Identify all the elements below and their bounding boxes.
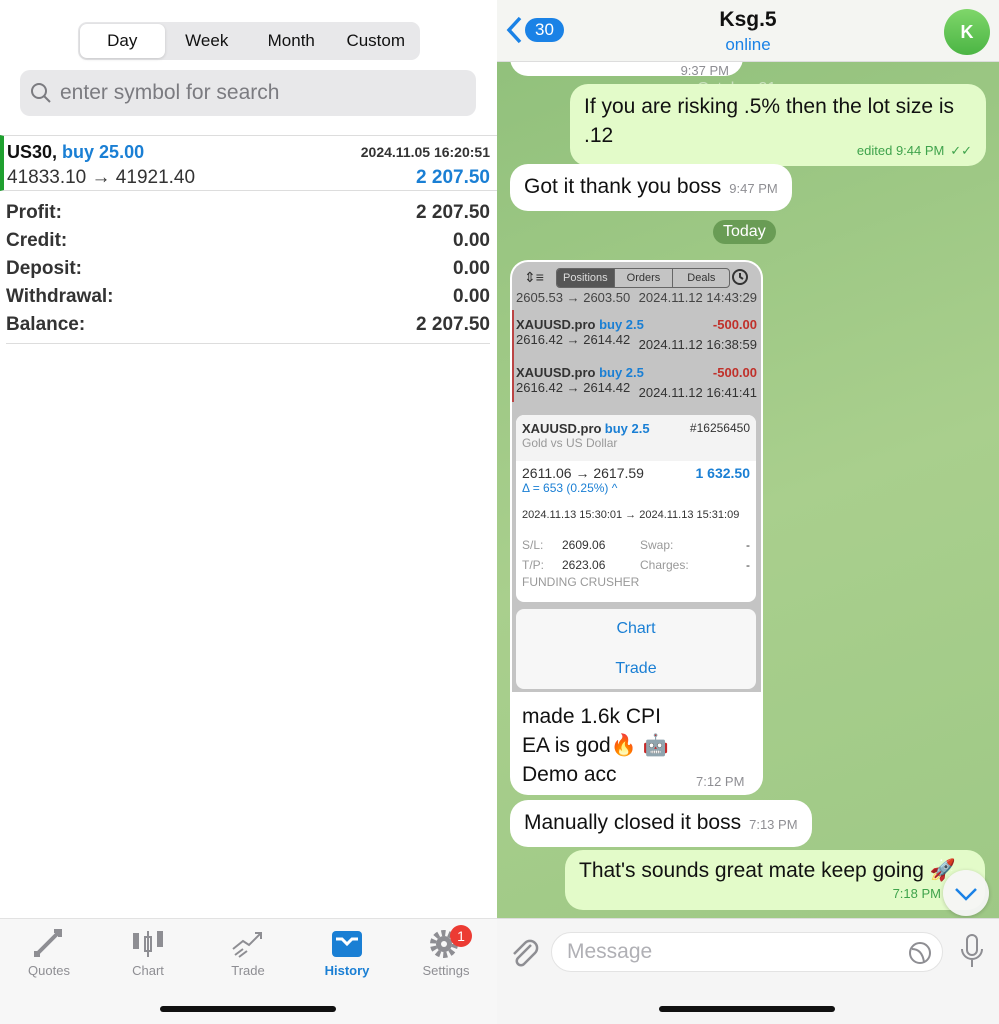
tab-orders: Orders (613, 269, 673, 287)
photo-message[interactable]: ⇕≡ Positions Orders Deals 2605.53 → 2603… (510, 260, 763, 795)
chat-header: 30 Ksg.5 online K (497, 0, 999, 62)
sticker-icon[interactable] (908, 941, 932, 965)
deal-detail-card: XAUUSD.pro buy 2.5 #16256450 Gold vs US Do… (516, 415, 756, 602)
chat-title[interactable]: Ksg.5 (497, 8, 999, 32)
trade-action: Trade (615, 660, 657, 677)
summary-credit: Credit: 0.00 (6, 230, 490, 251)
read-checkmarks-icon: ✓✓ (950, 143, 972, 158)
trade-trend-icon (232, 932, 262, 958)
summary-balance: Balance: 2 207.50 (6, 314, 490, 335)
message-bubble-outgoing: If you are risking .5% then the lot size… (570, 84, 986, 166)
divider (6, 343, 490, 344)
quotes-arrows-icon (34, 929, 62, 957)
embedded-screenshot: ⇕≡ Positions Orders Deals 2605.53 → 2603… (512, 262, 761, 692)
chevron-down-icon (955, 888, 977, 901)
paperclip-icon[interactable] (509, 937, 539, 969)
message-input[interactable]: Message (551, 932, 943, 972)
tab-settings[interactable]: Settings 1 (406, 925, 486, 978)
photo-caption: made 1.6k CPI EA is god🔥 🤖 Demo acc (522, 705, 669, 786)
tab-quotes[interactable]: Quotes (9, 927, 89, 978)
tab-month[interactable]: Month (249, 24, 334, 58)
message-bubble-outgoing: That's sounds great mate keep going 🚀 7:1… (565, 850, 985, 910)
summary-profit: Profit: 2 207.50 (6, 202, 490, 223)
candlestick-icon (133, 931, 163, 957)
mt-history-screen: Day Week Month Custom enter symbol for s… (0, 0, 497, 1024)
symbol-search-input[interactable]: enter symbol for search (20, 70, 476, 116)
settings-badge: 1 (450, 925, 472, 947)
chart-action: Chart (616, 620, 656, 637)
position-row: XAUUSD.pro buy 2.5 -500.00 2616.42 → 2614.… (516, 317, 757, 352)
home-indicator (659, 1006, 835, 1012)
tab-history[interactable]: History (307, 927, 387, 978)
microphone-icon[interactable] (959, 933, 985, 969)
period-segmented-control: Day Week Month Custom (78, 22, 420, 60)
tab-chart[interactable]: Chart (108, 927, 188, 978)
tab-trade[interactable]: Trade (208, 927, 288, 978)
inbox-icon (332, 931, 362, 957)
tab-custom[interactable]: Custom (334, 24, 419, 58)
deal-time: 2024.11.05 16:20:51 (360, 144, 490, 160)
deal-side: buy 25.00 (62, 142, 145, 162)
message-input-bar: Message (497, 918, 999, 1024)
sort-icon: ⇕≡ (524, 269, 544, 285)
position-row: XAUUSD.pro buy 2.5 -500.00 2616.42 → 2614.… (516, 365, 757, 400)
message-bubble-incoming: Manually closed it boss 7:13 PM (510, 800, 812, 847)
chat-status: online (725, 35, 771, 54)
message-bubble-incoming: Got it thank you boss 9:47 PM (510, 164, 792, 211)
deal-profit: 2 207.50 (416, 167, 490, 188)
date-pill-today: Today (713, 220, 776, 244)
telegram-chat-screen: 9:37 PM 30 Ksg.5 online K October 21 If … (497, 0, 999, 1024)
tab-day[interactable]: Day (80, 24, 165, 58)
clock-icon (732, 269, 748, 285)
deal-symbol: US30, (7, 142, 58, 162)
summary-deposit: Deposit: 0.00 (6, 258, 490, 279)
home-indicator (160, 1006, 336, 1012)
tab-positions: Positions (557, 269, 614, 287)
bottom-tab-bar: Quotes Chart Trade History Settings 1 (0, 918, 497, 1024)
deal-row[interactable]: US30, buy 25.00 2024.11.05 16:20:51 4183… (0, 135, 497, 191)
summary-withdrawal: Withdrawal: 0.00 (6, 286, 490, 307)
search-icon (31, 83, 51, 103)
scroll-down-button[interactable] (943, 870, 989, 916)
search-placeholder: enter symbol for search (60, 81, 280, 104)
deal-prices: 41833.10 → 41921.40 (7, 167, 196, 188)
tab-deals: Deals (672, 269, 729, 287)
avatar[interactable]: K (944, 9, 990, 55)
tab-week[interactable]: Week (165, 24, 250, 58)
